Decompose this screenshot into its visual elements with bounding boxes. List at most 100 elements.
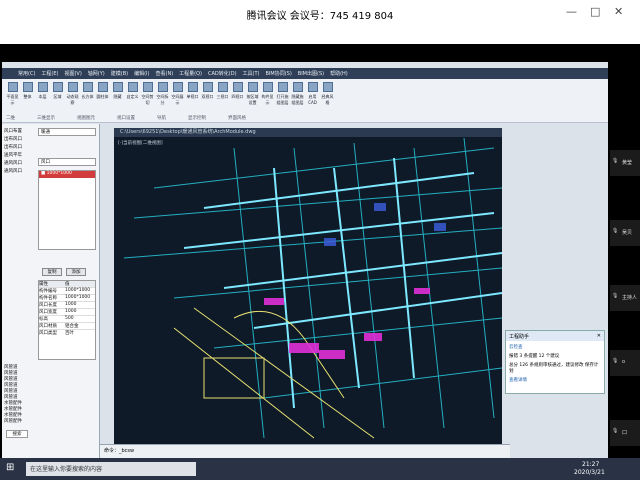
ribbon-button-label: 长方体 bbox=[81, 94, 94, 99]
popup-link[interactable]: 查看详情 bbox=[509, 377, 601, 383]
ribbon-button[interactable]: 整体 bbox=[21, 82, 34, 106]
participant-tile[interactable]: 🎙 o bbox=[610, 350, 640, 376]
windows-start-icon[interactable]: ⊞ bbox=[6, 462, 14, 473]
popup-close-icon[interactable]: ✕ bbox=[597, 333, 601, 339]
property-value: 1000*1000 bbox=[65, 295, 91, 300]
ribbon-button-label: 本层 bbox=[38, 94, 47, 99]
maximize-icon[interactable]: □ bbox=[590, 5, 600, 18]
ribbon-group-label: 显示控制 bbox=[188, 116, 206, 121]
mic-icon: 🎙 bbox=[612, 158, 619, 164]
search-button[interactable]: 搜索 bbox=[6, 430, 28, 438]
menu-item[interactable]: BIM协同(S) bbox=[265, 70, 291, 77]
property-row[interactable]: 风口长度 1000 bbox=[39, 301, 95, 308]
clock-time: 21:27 bbox=[582, 461, 600, 468]
participant-tile[interactable]: 🎙 黄莹 bbox=[610, 150, 640, 176]
ribbon-button[interactable]: 打开施组图层 bbox=[276, 82, 289, 106]
3d-viewport[interactable]: C:\Users\69251\Desktop\暖通风管系统\ArchModule… bbox=[114, 128, 502, 446]
ribbon-group-label: 三维显示 bbox=[37, 116, 55, 121]
component-list[interactable]: ■ 1000*1000 bbox=[38, 170, 96, 250]
ribbon-button[interactable]: 本层 bbox=[36, 82, 49, 106]
menu-item[interactable]: CAD转化(D) bbox=[208, 70, 237, 77]
ribbon-button-label: 整体 bbox=[23, 94, 32, 99]
participant-tile[interactable]: 🎙 口 bbox=[610, 420, 640, 446]
ribbon-button[interactable]: 自定义 bbox=[126, 82, 139, 106]
property-row[interactable]: 风口材质 铝合金 bbox=[39, 322, 95, 329]
ribbon-button[interactable]: 圆柱体 bbox=[96, 82, 109, 106]
menu-item[interactable]: 轴网(Y) bbox=[88, 70, 105, 77]
ribbon-button[interactable]: 空间展示 bbox=[171, 82, 184, 106]
ribbon-button-label: 打开施组图层 bbox=[276, 94, 289, 105]
ribbon-button[interactable]: 启用CAD bbox=[306, 82, 319, 106]
ribbon-button[interactable]: 隐藏 bbox=[111, 82, 124, 106]
ribbon-button[interactable]: 构件显示 bbox=[261, 82, 274, 106]
menu-item[interactable]: 查看(N) bbox=[156, 70, 174, 77]
menu-item[interactable]: 常用(C) bbox=[18, 70, 35, 77]
property-row[interactable]: 标高 500 bbox=[39, 315, 95, 322]
tree-item[interactable]: 出布风口 bbox=[4, 144, 36, 152]
minimize-icon[interactable]: — bbox=[566, 5, 577, 18]
ribbon-button[interactable]: 空间剪切 bbox=[141, 82, 154, 106]
property-row[interactable]: 构件编号 1000*1000 bbox=[39, 287, 95, 294]
property-table: 属性值 构件编号 1000*1000 构件名称 1000*1000 风口长度 1000 风口… bbox=[38, 280, 96, 360]
participant-tile[interactable]: 🎙 主持人 bbox=[610, 285, 640, 311]
type-dropdown[interactable]: 风口 bbox=[38, 158, 96, 166]
add-button[interactable]: 添加 bbox=[66, 268, 86, 276]
meeting-title: 腾讯会议 会议号：745 419 804 bbox=[246, 11, 394, 22]
tree-item[interactable]: 风管配件 bbox=[4, 418, 36, 424]
ribbon-button-label: 空间拆分 bbox=[156, 94, 169, 105]
ribbon-button-label: 四视口 bbox=[231, 94, 244, 99]
menu-item[interactable]: 工程(E) bbox=[41, 70, 58, 77]
ribbon-button-label: 构件显示 bbox=[261, 94, 274, 105]
property-row[interactable]: 构件名称 1000*1000 bbox=[39, 294, 95, 301]
tree-item[interactable]: 出布风口 bbox=[4, 136, 36, 144]
ribbon-button[interactable]: 双视口 bbox=[201, 82, 214, 106]
property-value: 铝合金 bbox=[65, 324, 79, 329]
property-row[interactable]: 风口类型 百叶 bbox=[39, 329, 95, 336]
tree-item[interactable]: 通风风口 bbox=[4, 168, 36, 176]
system-dropdown[interactable]: 暖通 bbox=[38, 128, 96, 136]
property-name: 构件名称 bbox=[39, 296, 57, 301]
cad-application-window: 常用(C) 工程(E) 视图(V) 轴网(Y) 建模(B) 编辑(I) 查看(N) 工程量(Q… bbox=[2, 62, 608, 458]
tree-item[interactable]: 风口布置 bbox=[4, 128, 36, 136]
ribbon-button[interactable]: 平面显示 bbox=[6, 82, 19, 106]
copy-button[interactable]: 复制 bbox=[42, 268, 62, 276]
participant-name: 黄莹 bbox=[622, 160, 633, 166]
menu-bar: 常用(C) 工程(E) 视图(V) 轴网(Y) 建模(B) 编辑(I) 查看(N) 工程量(Q… bbox=[2, 68, 608, 79]
ribbon-button[interactable]: 动态观察 bbox=[66, 82, 79, 106]
menu-item[interactable]: 建模(B) bbox=[111, 70, 128, 77]
menu-item[interactable]: 编辑(I) bbox=[134, 70, 149, 77]
ribbon-button[interactable]: 隐藏施组图层 bbox=[291, 82, 304, 106]
ribbon-button[interactable]: 空间拆分 bbox=[156, 82, 169, 106]
menu-item[interactable]: BIM出图(S) bbox=[298, 70, 324, 77]
ribbon-button[interactable]: 经典风格 bbox=[321, 82, 334, 106]
property-name: 标高 bbox=[39, 317, 48, 322]
menu-item[interactable]: 帮助(H) bbox=[330, 70, 348, 77]
tree-item[interactable]: 送风平年 bbox=[4, 152, 36, 160]
taskbar-search-input[interactable]: 在这里输入你要搜索的内容 bbox=[26, 462, 196, 476]
ribbon-button[interactable]: 按区域设置 bbox=[246, 82, 259, 106]
ribbon-button-icon bbox=[262, 82, 273, 92]
ribbon-button[interactable]: 四视口 bbox=[231, 82, 244, 106]
ribbon-button-label: 空间剪切 bbox=[141, 94, 154, 105]
ribbon-group-label: 界面风格 bbox=[228, 116, 246, 121]
ribbon-button[interactable]: 长方体 bbox=[81, 82, 94, 106]
tree-item[interactable]: 通风风口 bbox=[4, 160, 36, 168]
ribbon-button[interactable]: 区域 bbox=[51, 82, 64, 106]
ribbon-button-icon bbox=[322, 82, 333, 92]
property-value: 1000 bbox=[65, 302, 77, 307]
property-name: 风口材质 bbox=[39, 324, 57, 329]
property-row[interactable]: 风口宽度 1000 bbox=[39, 308, 95, 315]
participant-tile[interactable]: 🎙 吴贝 bbox=[610, 220, 640, 246]
close-icon[interactable]: ✕ bbox=[614, 5, 623, 18]
ribbon-button-icon bbox=[277, 82, 288, 92]
menu-item[interactable]: 工程量(Q) bbox=[179, 70, 202, 77]
ribbon-button[interactable]: 单视口 bbox=[186, 82, 199, 106]
ribbon-button[interactable]: 三视口 bbox=[216, 82, 229, 106]
property-name: 风口类型 bbox=[39, 331, 57, 336]
command-line[interactable]: 命令：_bcsw bbox=[100, 444, 510, 458]
property-value: 500 bbox=[65, 316, 74, 321]
menu-item[interactable]: 视图(V) bbox=[64, 70, 81, 77]
menu-item[interactable]: 工具(T) bbox=[243, 70, 260, 77]
popup-tab[interactable]: 云检查 bbox=[509, 344, 601, 350]
ribbon-button-label: 按区域设置 bbox=[246, 94, 259, 105]
